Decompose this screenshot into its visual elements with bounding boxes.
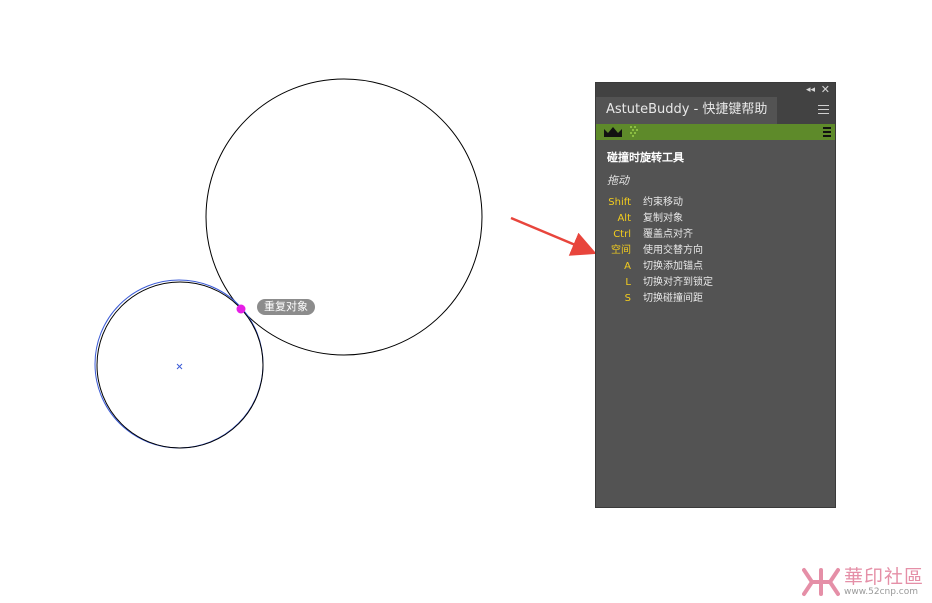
- shortcut-key: 空间: [611, 245, 631, 256]
- watermark-logo-icon: [802, 568, 840, 596]
- watermark-title: 華印社區: [844, 566, 925, 588]
- contact-anchor-point[interactable]: [236, 304, 246, 314]
- shortcut-key: Shift: [608, 197, 631, 208]
- panel-tab-row: AstuteBuddy - 快捷键帮助: [596, 97, 835, 124]
- bar-menu-icon[interactable]: [823, 127, 831, 137]
- panel-menu-icon[interactable]: [818, 105, 829, 114]
- astutebuddy-panel: ◂◂ ✕ AstuteBuddy - 快捷键帮助 碰撞时旋转工具 拖动 Shif…: [595, 82, 836, 508]
- large-circle[interactable]: [205, 78, 483, 356]
- shortcut-desc: 复制对象: [643, 213, 683, 224]
- shortcut-desc: 覆盖点对齐: [643, 229, 693, 240]
- shortcut-row: Shift 约束移动: [596, 195, 835, 211]
- shortcut-desc: 切换碰撞间距: [643, 293, 703, 304]
- close-icon[interactable]: ✕: [821, 83, 830, 96]
- watermark: 華印社區 www.52cnp.com: [802, 560, 930, 600]
- shortcut-row: S 切换碰撞间距: [596, 291, 835, 307]
- shortcut-key: A: [624, 261, 631, 272]
- center-mark-icon: [176, 363, 183, 370]
- watermark-url: www.52cnp.com: [844, 587, 919, 597]
- crown-icon: [604, 127, 622, 137]
- shortcut-row: Ctrl 覆盖点对齐: [596, 227, 835, 243]
- shortcut-key: Alt: [617, 213, 631, 224]
- dots-icon: [630, 126, 638, 137]
- tab-astutebuddy[interactable]: AstuteBuddy - 快捷键帮助: [596, 97, 778, 124]
- shortcut-list: Shift 约束移动 Alt 复制对象 Ctrl 覆盖点对齐 空间 使用交替方向…: [596, 195, 835, 307]
- action-label: 拖动: [607, 174, 629, 187]
- duplicate-object-tooltip: 重复对象: [257, 299, 315, 315]
- tool-title: 碰撞时旋转工具: [607, 151, 684, 164]
- shortcut-desc: 约束移动: [643, 197, 683, 208]
- pointer-arrow-icon: [510, 216, 597, 256]
- shortcut-desc: 切换添加锚点: [643, 261, 703, 272]
- shortcut-key: L: [625, 277, 631, 288]
- shortcut-row: A 切换添加锚点: [596, 259, 835, 275]
- shortcut-desc: 切换对齐到锁定: [643, 277, 713, 288]
- shortcut-key: Ctrl: [613, 229, 631, 240]
- shortcut-key: S: [624, 293, 631, 304]
- astute-header-bar: [596, 124, 835, 140]
- shortcut-row: 空间 使用交替方向: [596, 243, 835, 259]
- collapse-icon[interactable]: ◂◂: [806, 84, 815, 96]
- shortcut-row: Alt 复制对象: [596, 211, 835, 227]
- shortcut-row: L 切换对齐到锁定: [596, 275, 835, 291]
- panel-title-bar: ◂◂ ✕: [596, 83, 835, 97]
- shortcut-desc: 使用交替方向: [643, 245, 703, 256]
